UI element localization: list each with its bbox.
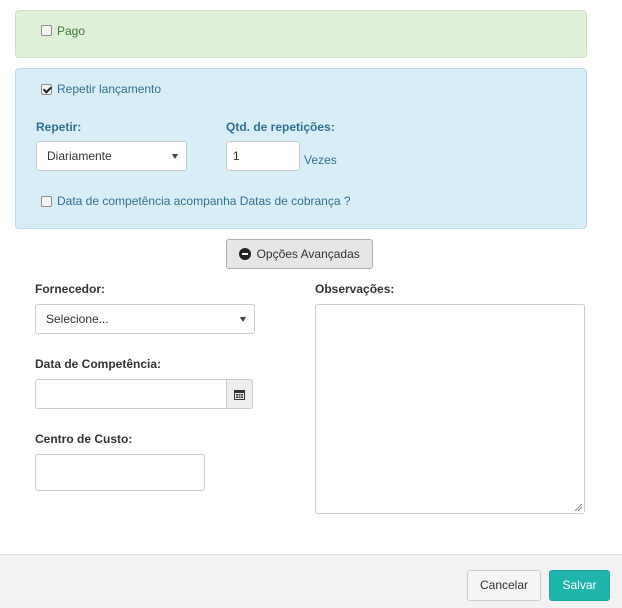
notes-textarea[interactable] — [315, 304, 585, 514]
cancel-button[interactable]: Cancelar — [467, 570, 541, 601]
resize-handle-icon[interactable] — [574, 503, 582, 511]
modal-footer: Cancelar Salvar — [0, 554, 622, 608]
advanced-options-button[interactable]: Opções Avançadas — [226, 239, 373, 269]
frequency-label: Repetir: — [36, 120, 82, 134]
cost-center-label: Centro de Custo: — [35, 432, 133, 446]
repeat-label: Repetir lançamento — [57, 82, 162, 96]
save-label: Salvar — [562, 578, 597, 592]
cost-center-input[interactable] — [35, 454, 205, 491]
calendar-icon — [234, 390, 245, 400]
advanced-options-label: Opções Avançadas — [256, 247, 360, 261]
repeat-checkbox[interactable] — [41, 84, 52, 95]
qty-input[interactable]: 1 — [226, 141, 300, 171]
frequency-value: Diariamente — [47, 149, 112, 163]
competence-date-label: Data de Competência: — [35, 357, 162, 371]
save-button[interactable]: Salvar — [549, 570, 610, 601]
paid-checkbox[interactable] — [41, 25, 52, 36]
competence-follows-label: Data de competência acompanha Datas de c… — [57, 194, 351, 208]
calendar-button[interactable] — [226, 379, 253, 409]
frequency-select[interactable]: Diariamente — [36, 141, 187, 171]
supplier-label: Fornecedor: — [35, 282, 106, 296]
qty-value: 1 — [233, 149, 240, 163]
repeat-panel: Repetir lançamento Repetir: Diariamente … — [15, 68, 587, 229]
supplier-value: Selecione... — [46, 312, 109, 326]
supplier-select[interactable]: Selecione... — [35, 304, 255, 334]
minus-circle-icon — [239, 248, 252, 260]
notes-label: Observações: — [315, 282, 395, 296]
qty-unit: Vezes — [304, 153, 337, 167]
chevron-down-icon — [240, 317, 246, 322]
paid-label: Pago — [57, 24, 86, 38]
qty-label: Qtd. de repetições: — [226, 120, 335, 134]
paid-panel: Pago — [15, 10, 587, 58]
cancel-label: Cancelar — [479, 578, 529, 592]
competence-date-input[interactable] — [35, 379, 227, 409]
chevron-down-icon — [172, 154, 178, 159]
competence-follows-checkbox[interactable] — [41, 196, 52, 207]
